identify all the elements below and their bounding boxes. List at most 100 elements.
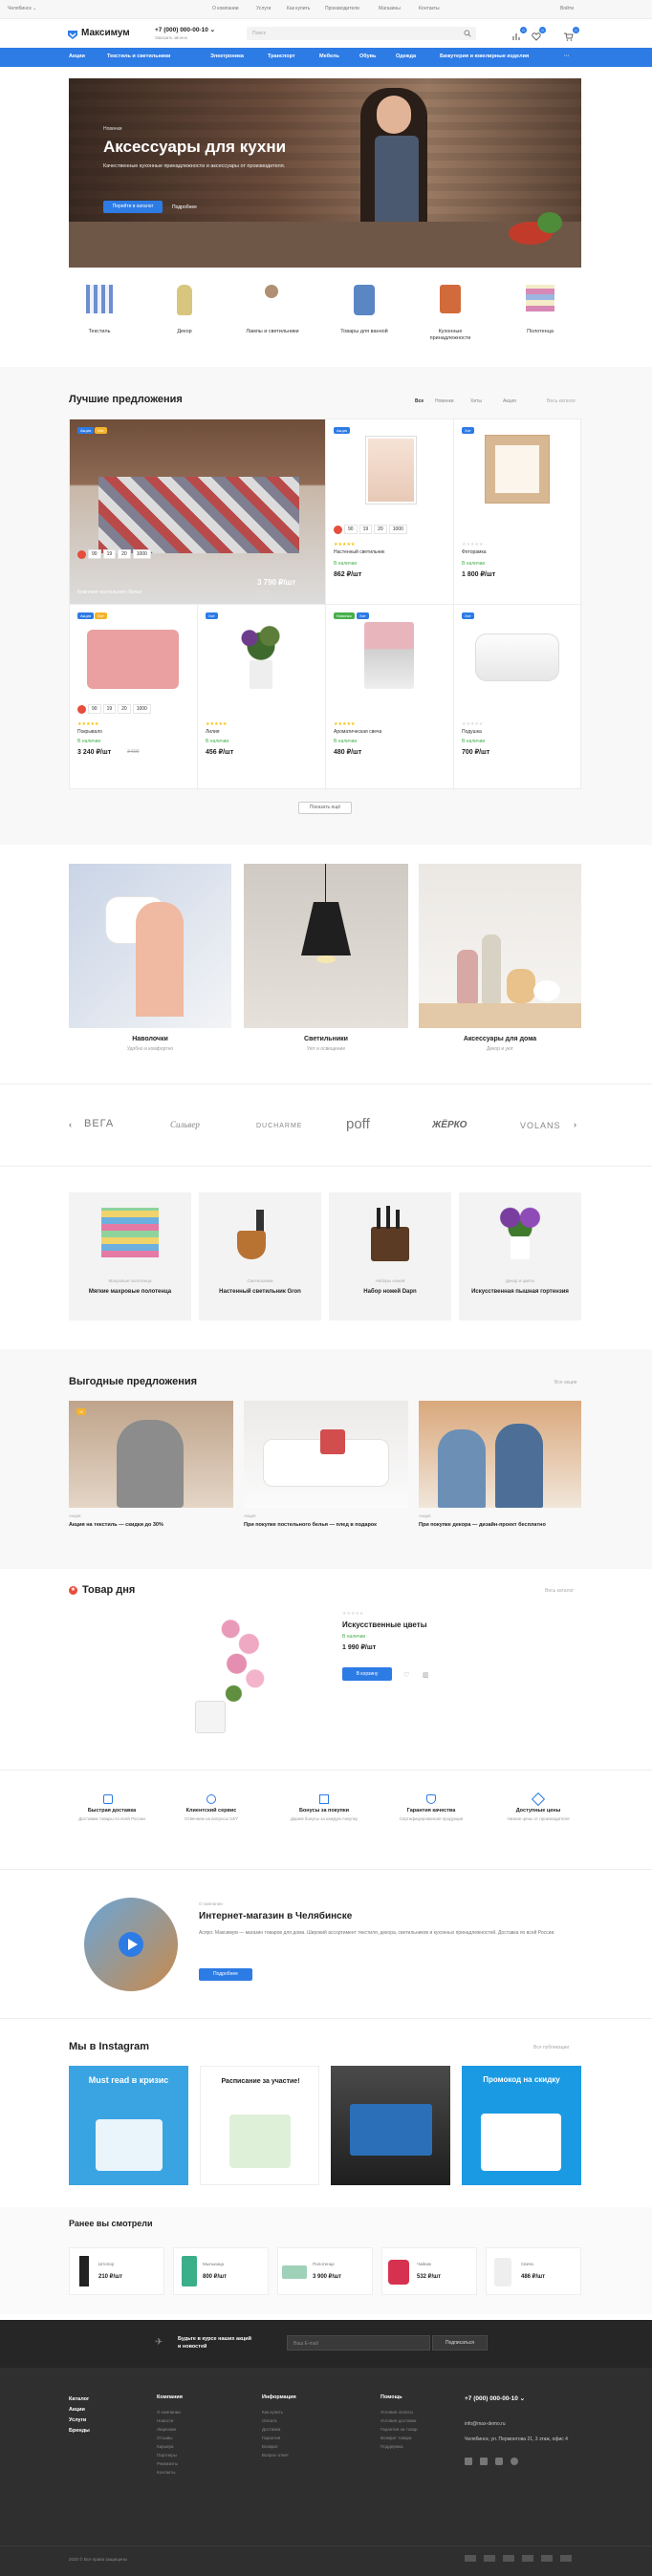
logo-icon[interactable] (67, 28, 78, 39)
show-more-button[interactable]: Показать ещё (298, 802, 352, 814)
telegram-icon[interactable] (511, 2458, 518, 2465)
brand-logo[interactable]: poff (346, 1116, 370, 1132)
tab-sale[interactable]: Акция (503, 398, 516, 404)
category-textile-image[interactable] (86, 285, 113, 313)
footer-link[interactable]: Карьера (157, 2442, 181, 2451)
footer-link[interactable]: Условия оплаты (380, 2408, 418, 2416)
footer-link[interactable]: Бренды (69, 2426, 90, 2436)
product-name[interactable]: Лилия (206, 729, 220, 735)
mini-product-card[interactable]: Наборы ножей Набор ножей Dapn (329, 1192, 451, 1320)
product-name[interactable]: Настенный светильник (334, 549, 384, 555)
add-to-cart-button[interactable]: В корзину (342, 1667, 392, 1681)
collection-title[interactable]: Светильники (244, 1036, 408, 1042)
vk-icon[interactable] (465, 2458, 472, 2465)
category-decor-image[interactable] (177, 285, 192, 315)
offer-text[interactable]: При покупке постельного белья — плед в п… (244, 1522, 408, 1528)
footer-link[interactable]: Гарантия на товар (380, 2425, 418, 2434)
brand-logo[interactable]: Сильвер (170, 1120, 200, 1129)
nav-item[interactable]: Электроника (210, 54, 244, 59)
mini-product-name[interactable]: Набор ножей Dapn (338, 1288, 442, 1296)
nav-item[interactable]: Одежда (396, 54, 416, 59)
footer-phone[interactable]: +7 (000) 000-00-10 ⌄ (465, 2394, 525, 2402)
topbar-link[interactable]: О компании (212, 6, 239, 11)
nav-item[interactable]: Обувь (359, 54, 376, 59)
product-name[interactable]: Ароматическая свеча (334, 729, 381, 735)
product-card[interactable]: Хит ★★★★★ Лилия В наличии 456 ₽/шт (198, 605, 326, 790)
day-all-link[interactable]: Весь каталог (545, 1588, 574, 1594)
collection-title[interactable]: Аксессуары для дома (419, 1036, 581, 1042)
recent-item[interactable]: Мыльница 800 ₽/шт (173, 2247, 269, 2295)
search-input[interactable]: Поиск (247, 27, 476, 40)
recent-item[interactable]: Свеча 486 ₽/шт (486, 2247, 581, 2295)
mini-product-card[interactable]: Декор и цветы Искусственная пышная горте… (459, 1192, 581, 1320)
product-card[interactable]: Хит ★★★★★ Подушка В наличии 700 ₽/шт (454, 605, 582, 790)
day-product-name[interactable]: Искусственные цветы (342, 1621, 427, 1629)
product-card[interactable]: Акция 90 19 20 1000 ★★★★★ Настенный свет… (326, 419, 454, 605)
footer-link[interactable]: Вопрос-ответ (262, 2451, 289, 2459)
mini-product-name[interactable]: Искусственная пышная гортензия (468, 1288, 572, 1296)
day-product-image[interactable] (191, 1609, 296, 1735)
search-icon[interactable] (464, 30, 471, 37)
recent-item[interactable]: Полотенце 3 900 ₽/шт (277, 2247, 373, 2295)
footer-link[interactable]: Акции (69, 2405, 90, 2415)
mini-product-card[interactable]: Махровые полотенца Мягкие махровые полот… (69, 1192, 191, 1320)
category-label[interactable]: Кухонные принадлежности (422, 329, 479, 342)
category-label[interactable]: Декор (156, 329, 213, 334)
hero-banner[interactable]: Новинки Аксессуары для кухни Качественны… (69, 78, 581, 268)
product-name[interactable]: Комплект постельного белья (77, 590, 141, 595)
collection-lamps[interactable] (244, 864, 408, 1028)
footer-link[interactable]: Отзывы (157, 2434, 181, 2442)
instagram-post[interactable]: Промокод на скидку (462, 2066, 581, 2185)
favorite-icon[interactable]: ♡ (403, 1671, 409, 1679)
tab-all[interactable]: Все (415, 398, 424, 404)
footer-link[interactable]: Доставка (262, 2425, 289, 2434)
offer-text[interactable]: Акция на текстиль — скидки до 30% (69, 1522, 233, 1528)
topbar-link[interactable]: Магазины (379, 6, 401, 11)
nav-item[interactable]: Текстиль и светильники (107, 54, 170, 59)
mini-product-card[interactable]: Светильники Настенный светильник Gron (199, 1192, 321, 1320)
footer-link[interactable]: Партнеры (157, 2451, 181, 2459)
topbar-link[interactable]: Услуги (256, 6, 271, 11)
brands-prev-arrow[interactable]: ‹ (69, 1120, 72, 1129)
brand-logo[interactable]: DUCHARME (256, 1123, 302, 1129)
footer-email[interactable]: info@max-demo.ru (465, 2421, 506, 2427)
login-link[interactable]: Войти (560, 6, 574, 11)
email-field[interactable]: Ваш E-mail (287, 2335, 430, 2351)
footer-link[interactable]: Возврат (262, 2442, 289, 2451)
recent-item[interactable]: Чайник 532 ₽/шт (381, 2247, 477, 2295)
logo-text[interactable]: Максимум (81, 28, 130, 38)
mini-product-name[interactable]: Настенный светильник Gron (208, 1288, 312, 1296)
city-select[interactable]: Челябинск ⌄ (8, 6, 36, 11)
product-name[interactable]: Подушка (462, 729, 482, 735)
collection-pillowcases[interactable] (69, 864, 231, 1028)
hero-more-link[interactable]: Подробнее (172, 204, 197, 210)
callback-link[interactable]: Заказать звонок (155, 35, 187, 40)
category-label[interactable]: Текстиль (71, 329, 128, 334)
category-label[interactable]: Товары для ванной (331, 329, 398, 334)
footer-link[interactable]: Гарантия (262, 2434, 289, 2442)
mini-product-name[interactable]: Мягкие махровые полотенца (78, 1288, 182, 1296)
brands-next-arrow[interactable]: › (574, 1120, 576, 1129)
instagram-post[interactable]: Расписание за участие! (200, 2066, 319, 2185)
footer-link[interactable]: Новости (157, 2416, 181, 2425)
offer-image[interactable] (244, 1401, 408, 1508)
footer-link[interactable]: Услуги (69, 2415, 90, 2426)
all-offers-link[interactable]: Все акции (554, 1380, 576, 1385)
category-label[interactable]: Полотенца (511, 329, 569, 334)
footer-link[interactable]: Оплата (262, 2416, 289, 2425)
footer-link[interactable]: Поддержка (380, 2442, 418, 2451)
nav-item[interactable]: Транспорт (268, 54, 295, 59)
category-lamps-image[interactable] (265, 285, 278, 298)
header-phone[interactable]: +7 (000) 000-00-10 ⌄ (155, 26, 215, 33)
product-card[interactable]: Акция Хит 90 19 20 1000 ★★★★★ Покрывало … (70, 605, 198, 790)
collection-title[interactable]: Наволочки (69, 1036, 231, 1042)
subscribe-button[interactable]: Подписаться (432, 2335, 488, 2351)
footer-link[interactable]: О компании (157, 2408, 181, 2416)
footer-link[interactable]: Контакты (157, 2468, 181, 2477)
facebook-icon[interactable] (480, 2458, 488, 2465)
nav-more[interactable]: ··· (564, 54, 570, 59)
product-card[interactable]: Новинка Хит ★★★★★ Ароматическая свеча В … (326, 605, 454, 790)
about-more-button[interactable]: Подробнее (199, 1968, 252, 1981)
category-label[interactable]: Лампы и светильники (242, 329, 303, 334)
product-name[interactable]: Покрывало (77, 729, 102, 735)
